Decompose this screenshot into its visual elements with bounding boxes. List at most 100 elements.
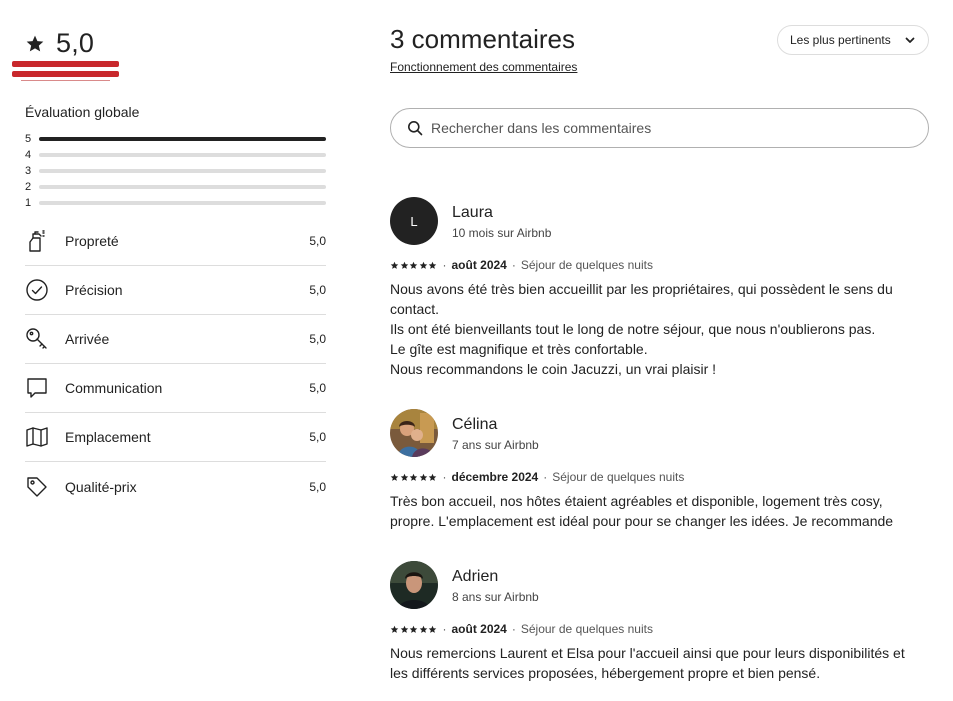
category-value: 5,0 xyxy=(309,430,326,444)
distribution-label: 4 xyxy=(25,149,32,161)
sort-dropdown[interactable]: Les plus pertinents xyxy=(777,25,929,55)
separator-dot: · xyxy=(442,470,447,484)
category-value: 5,0 xyxy=(309,381,326,395)
review-text: Très bon accueil, nos hôtes étaient agré… xyxy=(390,491,930,531)
review-line: Très bon accueil, nos hôtes étaient agré… xyxy=(390,493,883,509)
red-underline-decoration xyxy=(12,61,119,81)
review-item: Célina 7 ans sur Airbnb · décembre 2024 … xyxy=(390,409,930,531)
map-icon xyxy=(25,425,49,449)
review-line: les différents services proposées, héber… xyxy=(390,665,821,681)
distribution-bar xyxy=(39,201,326,205)
star-icon xyxy=(409,261,418,269)
stay-type: Séjour de quelques nuits xyxy=(552,470,685,484)
user-photo xyxy=(390,409,438,457)
separator-dot: · xyxy=(511,622,516,636)
category-location: Emplacement 5,0 xyxy=(25,413,326,462)
category-value: 5,0 xyxy=(309,332,326,346)
distribution-label: 5 xyxy=(25,133,32,145)
star-icon xyxy=(428,473,437,481)
category-value: 5,0 xyxy=(309,234,326,248)
user-photo xyxy=(390,561,438,609)
review-line: contact. xyxy=(390,301,440,317)
avatar[interactable] xyxy=(390,409,438,457)
review-line: Nous avons été très bien accueillit par … xyxy=(390,281,893,297)
review-line: Nous recommandons le coin Jacuzzi, un vr… xyxy=(390,361,717,377)
distribution-label: 1 xyxy=(25,197,32,209)
distribution-row: 1 xyxy=(25,195,326,211)
review-date: août 2024 xyxy=(451,622,507,636)
distribution-label: 2 xyxy=(25,181,32,193)
reviews-count-title: 3 commentaires xyxy=(390,24,575,54)
review-line: Nous remercions Laurent et Elsa pour l'a… xyxy=(390,645,905,661)
star-icon xyxy=(419,473,427,481)
star-icon xyxy=(390,261,399,269)
reviewer-tenure: 8 ans sur Airbnb xyxy=(452,589,539,604)
review-date: décembre 2024 xyxy=(451,470,539,484)
reviewer-tenure: 10 mois sur Airbnb xyxy=(452,225,552,240)
stay-type: Séjour de quelques nuits xyxy=(520,258,653,272)
chat-bubble-icon xyxy=(25,376,49,400)
category-label: Arrivée xyxy=(65,331,110,347)
review-search-bar[interactable] xyxy=(390,108,929,148)
star-icon xyxy=(390,473,399,481)
reviewer-name: Célina xyxy=(452,415,498,433)
review-line: Ils ont été bienveillants tout le long d… xyxy=(390,321,876,337)
star-rating xyxy=(390,261,438,270)
star-rating xyxy=(390,625,438,634)
rating-distribution: 5 4 3 2 1 xyxy=(25,131,326,211)
avatar[interactable] xyxy=(390,561,438,609)
review-text: Nous avons été très bien accueillit par … xyxy=(390,279,930,379)
star-icon xyxy=(400,261,408,269)
search-icon xyxy=(408,121,423,136)
category-label: Propreté xyxy=(65,233,119,249)
star-icon xyxy=(400,473,408,481)
category-label: Communication xyxy=(65,380,163,396)
distribution-row: 2 xyxy=(25,179,326,195)
distribution-row: 3 xyxy=(25,163,326,179)
sort-label: Les plus pertinents xyxy=(790,33,891,47)
review-line: Le gîte est magnifique et très confortab… xyxy=(390,341,648,357)
category-value-for-money: Qualité-prix 5,0 xyxy=(25,462,326,511)
how-reviews-work-link[interactable]: Fonctionnement des commentaires xyxy=(390,60,577,74)
star-icon xyxy=(428,625,437,633)
separator-dot: · xyxy=(543,470,548,484)
separator-dot: · xyxy=(442,622,447,636)
star-icon xyxy=(419,261,427,269)
category-cleanliness: Propreté 5,0 xyxy=(25,217,326,266)
avatar[interactable]: L xyxy=(390,197,438,245)
star-icon xyxy=(26,35,44,51)
star-icon xyxy=(419,625,427,633)
category-label: Qualité-prix xyxy=(65,478,137,495)
spray-bottle-icon xyxy=(25,229,49,253)
category-value: 5,0 xyxy=(309,283,326,297)
search-input[interactable] xyxy=(431,120,911,136)
category-value: 5,0 xyxy=(309,479,326,494)
reviewer-tenure: 7 ans sur Airbnb xyxy=(452,437,539,452)
star-icon xyxy=(409,473,418,481)
category-communication: Communication 5,0 xyxy=(25,364,326,413)
review-item: Adrien 8 ans sur Airbnb · août 2024 · Sé… xyxy=(390,561,930,683)
score-value: 5,0 xyxy=(56,28,95,58)
reviewer-name: Adrien xyxy=(452,567,499,585)
distribution-label: 3 xyxy=(25,165,32,177)
overall-rating-heading: Évaluation globale xyxy=(25,104,140,120)
star-icon xyxy=(409,625,418,633)
price-tag-icon xyxy=(25,475,49,499)
overall-score: 5,0 xyxy=(25,28,94,59)
distribution-bar xyxy=(39,169,326,173)
review-date: août 2024 xyxy=(451,258,507,272)
category-ratings: Propreté 5,0 Précision 5,0 Arrivée 5,0 C… xyxy=(25,217,326,511)
separator-dot: · xyxy=(511,258,516,272)
star-icon xyxy=(390,625,399,633)
distribution-bar xyxy=(39,185,326,189)
distribution-row: 4 xyxy=(25,147,326,163)
category-check-in: Arrivée 5,0 xyxy=(25,315,326,364)
distribution-bar xyxy=(39,153,326,157)
separator-dot: · xyxy=(442,258,447,272)
review-line: propre. L'emplacement est idéal pour pou… xyxy=(390,513,894,529)
distribution-row: 5 xyxy=(25,131,326,147)
star-icon xyxy=(400,625,408,633)
stay-type: Séjour de quelques nuits xyxy=(520,622,653,636)
category-label: Précision xyxy=(65,282,123,298)
distribution-bar xyxy=(39,137,326,141)
